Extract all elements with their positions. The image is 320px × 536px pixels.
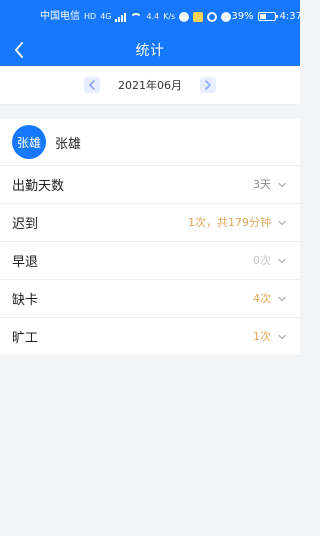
stat-label: 早退: [12, 255, 39, 270]
speed-value: 4.4: [146, 11, 160, 21]
notification-icon: [193, 11, 204, 22]
stat-right: 3天: [253, 179, 287, 190]
signal-icon: [115, 12, 127, 22]
current-month: 2021年06月: [118, 79, 182, 92]
employee-row: 张雄 张雄: [0, 119, 300, 166]
stat-label: 迟到: [12, 217, 39, 232]
stat-value: 1次: [253, 330, 271, 343]
top-bar: 中国电信 HD 4G 4.4 K/s 39% 4:37 统计: [0, 0, 303, 66]
chevron-down-icon: [277, 218, 287, 228]
employee-name: 张雄: [55, 136, 82, 152]
network-badge: HD: [84, 11, 97, 21]
clock: 4:37: [279, 10, 303, 22]
status-left: 中国电信 HD 4G 4.4 K/s: [40, 10, 232, 22]
app-header: 统计: [0, 33, 300, 66]
stat-row-absence[interactable]: 旷工 1次: [0, 318, 300, 356]
stat-row-missing-card[interactable]: 缺卡 4次: [0, 280, 300, 318]
carrier-label: 中国电信: [40, 10, 80, 22]
stat-label: 缺卡: [12, 293, 39, 308]
month-selector: 2021年06月: [0, 66, 300, 105]
stat-row-early-leave[interactable]: 早退 0次: [0, 242, 300, 280]
statistics-screen: 中国电信 HD 4G 4.4 K/s 39% 4:37 统计 2021年06月 …: [0, 0, 303, 536]
chevron-down-icon: [277, 332, 287, 342]
battery-icon: [257, 12, 278, 21]
status-bar: 中国电信 HD 4G 4.4 K/s 39% 4:37: [0, 0, 303, 33]
stat-row-attendance-days[interactable]: 出勤天数 3天: [0, 166, 300, 204]
page-title: 统计: [135, 42, 165, 59]
network-type: 4G: [100, 11, 112, 21]
chevron-left-icon: [15, 41, 23, 58]
stat-value: 0次: [253, 254, 271, 267]
stat-label: 旷工: [12, 331, 39, 346]
chat-icon: [221, 11, 232, 22]
next-month-button[interactable]: [200, 77, 216, 93]
stat-right: 1次，共179分钟: [188, 217, 287, 228]
status-right: 39% 4:37: [231, 10, 303, 22]
prev-month-button[interactable]: [84, 77, 100, 93]
stat-label: 出勤天数: [12, 179, 65, 194]
stat-value: 4次: [253, 292, 271, 305]
stat-right: 0次: [253, 255, 287, 266]
back-button[interactable]: [10, 41, 28, 59]
chevron-down-icon: [277, 256, 287, 266]
chevron-right-icon: [205, 80, 211, 90]
message-icon: [179, 11, 190, 22]
speed-unit: K/s: [163, 11, 176, 21]
battery-percent: 39%: [231, 10, 254, 22]
chevron-down-icon: [277, 180, 287, 190]
app-icon: [207, 11, 218, 22]
stat-right: 4次: [253, 293, 287, 304]
empty-space: [0, 356, 300, 536]
stats-list: 出勤天数 3天 迟到 1次，共179分钟 早退 0次 缺卡 4次 旷工 1次: [0, 166, 300, 356]
stat-value: 1次，共179分钟: [188, 216, 271, 229]
stat-right: 1次: [253, 331, 287, 342]
avatar: 张雄: [12, 125, 46, 159]
stats-card: 张雄 张雄 出勤天数 3天 迟到 1次，共179分钟 早退 0次 缺卡 4次 旷…: [0, 119, 300, 356]
chevron-down-icon: [277, 294, 287, 304]
wifi-icon: [130, 12, 143, 21]
stat-value: 3天: [253, 178, 271, 191]
stat-row-late[interactable]: 迟到 1次，共179分钟: [0, 204, 300, 242]
chevron-left-icon: [89, 80, 95, 90]
